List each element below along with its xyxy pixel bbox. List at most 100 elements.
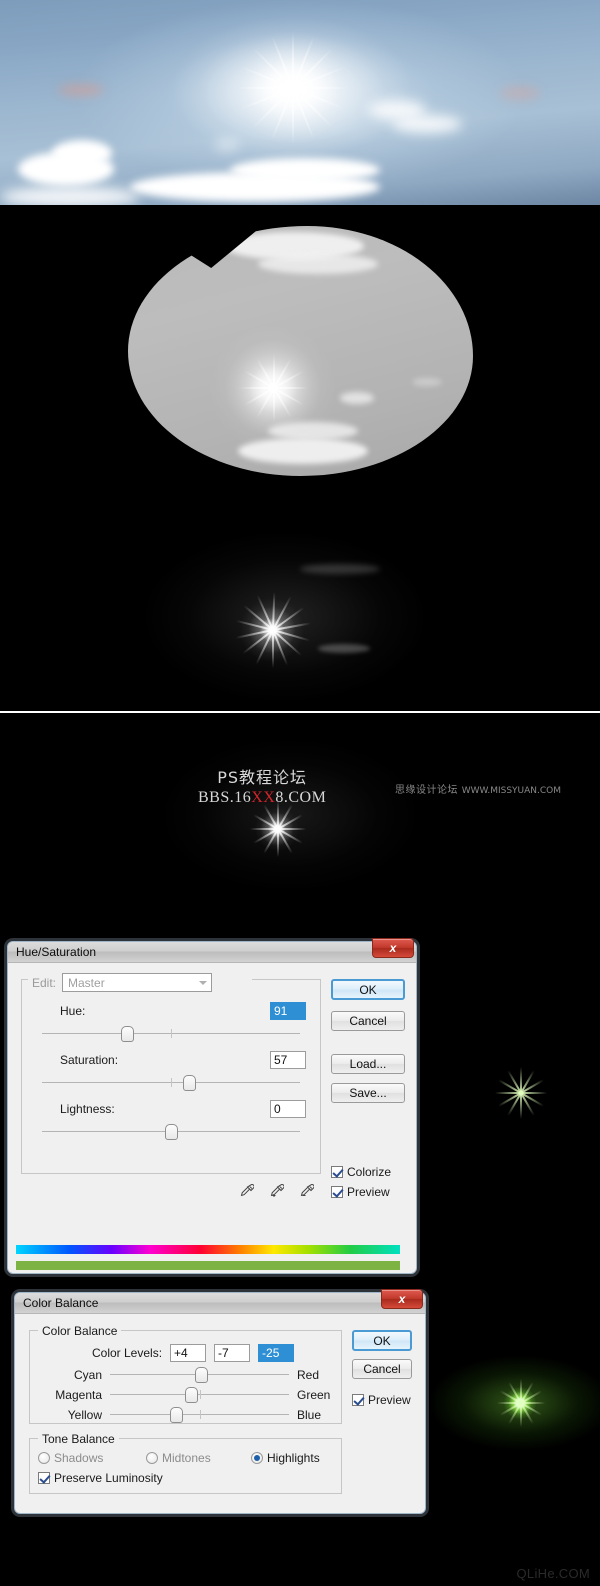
hue-saturation-controls-group: Edit: Master Hue: 91 Saturation: 57 Ligh… <box>21 973 321 1174</box>
lightness-row: Lightness: 0 <box>30 1100 312 1118</box>
magenta-green-row: Magenta Green <box>38 1387 333 1403</box>
grey-cloud-right <box>340 392 374 404</box>
sun-ray <box>292 88 294 144</box>
cloud-bottom-ridge <box>230 158 380 182</box>
saturation-input[interactable]: 57 <box>270 1051 306 1069</box>
red-label: Red <box>297 1368 320 1382</box>
watermark-line2-xx: XX <box>251 789 276 806</box>
green-label: Green <box>297 1388 331 1402</box>
hue-saturation-body: Edit: Master Hue: 91 Saturation: 57 Ligh… <box>8 963 416 1270</box>
magenta-green-tick <box>199 1390 201 1399</box>
saturation-label: Saturation: <box>60 1053 119 1067</box>
grey-sun-ray <box>273 388 275 422</box>
hue-input[interactable]: 91 <box>270 1002 306 1020</box>
magenta-label: Magenta <box>55 1388 102 1402</box>
watermark-line2-pre: BBS.16 <box>198 789 252 806</box>
hue-saturation-dialog: Hue/Saturation x Edit: Master Hue: 91 Sa… <box>7 938 417 1274</box>
saturation-row: Saturation: 57 <box>30 1051 312 1069</box>
yellow-blue-thumb[interactable] <box>170 1407 184 1423</box>
color-balance-titlebar[interactable]: Color Balance x <box>15 1289 425 1314</box>
sun-ray <box>293 87 349 89</box>
watermark-primary: PS教程论坛 BBS.16XX8.COM <box>198 768 326 808</box>
save-button[interactable]: Save... <box>331 1083 405 1103</box>
tone-option-midtones-dot <box>146 1452 158 1464</box>
tone-options-row: Shadows Midtones Highlights <box>38 1451 333 1465</box>
preview-label: Preview <box>347 1185 390 1199</box>
eyedropper-add-icon[interactable] <box>270 1184 284 1198</box>
color-level-input-2[interactable]: -25 <box>258 1344 295 1362</box>
cancel-button[interactable]: Cancel <box>352 1359 412 1379</box>
lightness-slider[interactable] <box>42 1124 300 1140</box>
hue-slider-tick <box>171 1029 172 1038</box>
ok-button[interactable]: OK <box>352 1330 412 1351</box>
preview-checkbox-box <box>352 1394 364 1406</box>
hue-saturation-titlebar[interactable]: Hue/Saturation x <box>8 938 416 963</box>
close-icon[interactable]: x <box>372 938 414 958</box>
cyan-red-thumb[interactable] <box>195 1367 209 1383</box>
panel-dark-sun-glow <box>0 512 600 710</box>
yellow-label: Yellow <box>67 1408 102 1422</box>
sun-ray <box>292 87 334 129</box>
cyan-red-row: Cyan Red <box>38 1367 333 1383</box>
ok-button[interactable]: OK <box>331 979 405 1000</box>
grey-blob-shape <box>128 226 473 476</box>
saturation-slider[interactable] <box>42 1075 300 1091</box>
footer-credit: QLiHe.COM <box>516 1566 590 1581</box>
watermark-secondary: 思缘设计论坛 WWW.MISSYUAN.COM <box>395 781 561 796</box>
tone-option-midtones-label: Midtones <box>162 1451 211 1465</box>
eyedropper-icon[interactable] <box>240 1184 254 1198</box>
tone-option-midtones[interactable]: Midtones <box>146 1451 251 1465</box>
spectrum-bars <box>16 1245 400 1270</box>
lens-flare-right <box>500 86 540 100</box>
hue-slider-thumb[interactable] <box>121 1026 135 1042</box>
panel-watermark: PS教程论坛 BBS.16XX8.COM 思缘设计论坛 WWW.MISSYUAN… <box>0 715 600 912</box>
spectrum-original-bar <box>16 1245 400 1254</box>
color-level-input-1[interactable]: -7 <box>214 1344 251 1362</box>
panel-sky-photo <box>0 0 600 205</box>
tone-balance-group: Tone Balance Shadows Midtones Highlights <box>29 1432 342 1494</box>
preserve-luminosity-box <box>38 1472 50 1484</box>
colorize-label: Colorize <box>347 1165 392 1179</box>
lightness-input[interactable]: 0 <box>270 1100 306 1118</box>
watermark-line2: BBS.16XX8.COM <box>198 788 326 808</box>
watermark-line1: PS教程论坛 <box>217 768 308 787</box>
tone-option-shadows-dot <box>38 1452 50 1464</box>
magenta-green-thumb[interactable] <box>184 1387 198 1403</box>
lens-flare-left <box>58 84 104 96</box>
eyedropper-subtract-icon[interactable] <box>300 1184 314 1198</box>
hue-saturation-button-column: OK Cancel Load... Save... Colorize Previ… <box>331 979 405 1199</box>
saturation-slider-thumb[interactable] <box>183 1075 197 1091</box>
tone-option-highlights-label: Highlights <box>267 1451 320 1465</box>
panel-separator <box>0 711 600 713</box>
color-balance-button-column: OK Cancel Preview <box>352 1330 412 1407</box>
grey-cloud-bottom-b <box>268 422 358 440</box>
cyan-red-slider[interactable] <box>110 1367 289 1383</box>
preview-checkbox[interactable]: Preview <box>352 1393 412 1407</box>
blue-label: Blue <box>297 1408 322 1422</box>
saturation-slider-tick <box>171 1078 172 1087</box>
load-button[interactable]: Load... <box>331 1054 405 1074</box>
chevron-down-icon <box>199 980 208 985</box>
sun-ray <box>237 87 293 89</box>
close-icon[interactable]: x <box>381 1289 423 1309</box>
lightness-slider-thumb[interactable] <box>165 1124 178 1140</box>
preserve-luminosity-checkbox[interactable]: Preserve Luminosity <box>38 1471 333 1485</box>
preview-checkbox[interactable]: Preview <box>331 1185 405 1199</box>
tone-option-highlights[interactable]: Highlights <box>251 1451 320 1465</box>
color-level-input-0[interactable]: +4 <box>170 1344 207 1362</box>
sun-ray <box>292 47 334 89</box>
hue-slider[interactable] <box>42 1026 300 1042</box>
eyedropper-group <box>240 1184 314 1198</box>
colorize-checkbox[interactable]: Colorize <box>331 1165 405 1179</box>
tone-option-shadows[interactable]: Shadows <box>38 1451 146 1465</box>
cancel-button[interactable]: Cancel <box>331 1011 405 1031</box>
yellow-blue-slider[interactable] <box>110 1407 289 1423</box>
color-balance-dialog: Color Balance x Color Balance Color Leve… <box>14 1289 426 1514</box>
hue-label: Hue: <box>60 1004 86 1018</box>
magenta-green-slider[interactable] <box>110 1387 289 1403</box>
colorize-checkbox-box <box>331 1166 343 1178</box>
dark-cloud-wisp-b <box>318 644 370 653</box>
edit-dropdown[interactable]: Master <box>62 973 213 992</box>
color-balance-title: Color Balance <box>23 1296 99 1310</box>
tone-option-highlights-dot <box>251 1452 263 1464</box>
